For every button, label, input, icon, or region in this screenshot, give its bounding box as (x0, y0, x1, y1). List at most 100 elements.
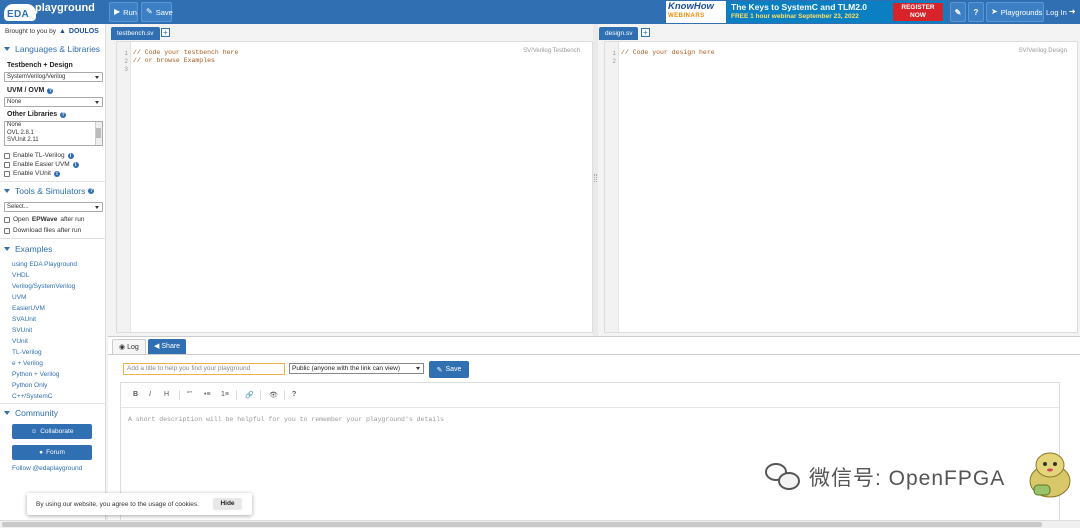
checkbox-icon[interactable] (4, 152, 10, 159)
playground-title-input[interactable]: Add a title to help you find your playgr… (123, 363, 285, 375)
list-scroll-thumb[interactable] (96, 128, 101, 138)
forum-label: Forum (46, 449, 65, 456)
example-link[interactable]: C++/SystemC (12, 393, 52, 400)
help-circle-icon[interactable]: ? (47, 87, 54, 94)
community-header[interactable]: Community (4, 408, 58, 418)
library-option[interactable]: SVUnit 2.11 (7, 137, 102, 145)
edit-button[interactable]: ✎ (950, 2, 966, 22)
tools-simulators-header[interactable]: Tools & Simulators ? (4, 186, 95, 196)
example-link[interactable]: SVAUnit (12, 316, 36, 323)
help-button[interactable]: ? (968, 2, 984, 22)
checkbox-icon[interactable] (4, 227, 10, 234)
design-editor[interactable]: 1 2 // Code your design here SV/Verilog … (604, 41, 1078, 333)
ordered-list-icon[interactable]: 1≡ (221, 391, 229, 398)
ad-register-button[interactable]: REGISTER NOW (893, 3, 943, 21)
cookie-hide-button[interactable]: Hide (213, 498, 242, 510)
collaborate-button[interactable]: ☺ Collaborate (12, 424, 92, 439)
tab-design[interactable]: design.sv (599, 27, 639, 40)
toolbar-separator (179, 390, 180, 400)
open-epwave-checkbox[interactable]: Open EPWave after run (4, 216, 85, 223)
library-option[interactable]: None (7, 122, 102, 130)
add-file-icon[interactable]: + (161, 28, 170, 37)
examples-header[interactable]: Examples (4, 244, 52, 254)
code-line[interactable]: // or browse Examples (133, 57, 215, 64)
example-link[interactable]: VHDL (12, 272, 29, 279)
login-button[interactable]: Log In ➜ (1046, 2, 1078, 22)
example-link[interactable]: EasierUVM (12, 305, 45, 312)
description-placeholder[interactable]: A short description will be helpful for … (128, 416, 444, 423)
brought-to-you-by[interactable]: Brought to you by ▲ DOULOS (5, 28, 99, 35)
example-link[interactable]: e + Verilog (12, 360, 43, 367)
add-file-icon[interactable]: + (641, 28, 650, 37)
webinar-ad-banner[interactable]: KnowHow WEBINARS The Keys to SystemC and… (666, 1, 946, 23)
playgrounds-button[interactable]: ➤ Playgrounds (986, 2, 1044, 22)
bold-icon[interactable]: B (133, 391, 138, 398)
eda-playground-logo[interactable]: EDA playground (2, 1, 106, 23)
save-button[interactable]: ✎ Save (141, 2, 173, 22)
line-gutter: 1 2 3 (117, 42, 131, 332)
share-tab-label: Share (161, 343, 181, 350)
info-circle-icon[interactable]: i (72, 161, 79, 168)
heading-icon[interactable]: H (164, 391, 169, 398)
editor-language-label: SV/Verilog Testbench (523, 48, 580, 54)
other-libraries-list[interactable]: None OVL 2.8.1 SVUnit 2.11 (4, 121, 103, 146)
testbench-design-label: Testbench + Design (7, 62, 73, 69)
download-files-checkbox[interactable]: Download files after run (4, 227, 81, 234)
info-circle-icon[interactable]: i (53, 170, 60, 177)
link-icon[interactable]: 🔗 (245, 391, 254, 399)
example-link[interactable]: TL-Verilog (12, 349, 42, 356)
scroll-thumb[interactable] (2, 522, 1042, 527)
enable-vunit-checkbox[interactable]: Enable VUnit i (4, 170, 60, 177)
checkbox-icon[interactable] (4, 161, 10, 168)
tab-testbench[interactable]: testbench.sv (111, 27, 160, 40)
languages-libraries-header[interactable]: Languages & Libraries (4, 44, 100, 54)
watermark-text: 微信号: OpenFPGA (809, 467, 1006, 490)
example-link[interactable]: Python Only (12, 382, 47, 389)
code-line[interactable]: // Code your testbench here (133, 49, 238, 56)
share-save-label: Save (445, 366, 462, 373)
list-scrollbar[interactable] (95, 122, 102, 145)
collaborate-label: Collaborate (40, 428, 74, 435)
quote-icon[interactable]: “” (187, 391, 192, 398)
checkbox-icon[interactable] (4, 170, 10, 177)
code-line[interactable]: // Code your design here (621, 49, 715, 56)
enable-easier-uvm-checkbox[interactable]: Enable Easier UVM i (4, 161, 79, 168)
follow-twitter-link[interactable]: Follow @edaplayground (12, 465, 82, 472)
testbench-editor[interactable]: 1 2 3 // Code your testbench here // or … (116, 41, 593, 333)
tab-divider (108, 354, 1080, 355)
uvm-select[interactable]: None (4, 97, 103, 107)
simulator-select[interactable]: Select... (4, 202, 103, 212)
language-select[interactable]: SystemVerilog/Verilog (4, 72, 103, 82)
brought-by-text: Brought to you by (5, 28, 56, 35)
markdown-help-icon[interactable]: ? (292, 391, 296, 398)
run-button[interactable]: ▶ Run (109, 2, 138, 22)
share-save-button[interactable]: ✎ Save (429, 361, 469, 378)
description-editor[interactable]: B I H “” •≡ 1≡ 🔗 👁 ? A short description… (120, 382, 1060, 528)
info-circle-icon[interactable]: i (67, 152, 74, 159)
example-link[interactable]: VUnit (12, 338, 28, 345)
checkbox-label: Enable Easier UVM (13, 161, 70, 168)
tab-share[interactable]: ◀ Share (148, 339, 187, 354)
example-link[interactable]: Python + Verilog (12, 371, 60, 378)
play-circle-icon: ▶ (114, 7, 121, 16)
library-option[interactable]: OVL 2.8.1 (7, 130, 102, 138)
preview-eye-icon[interactable]: 👁 (269, 391, 278, 399)
example-link[interactable]: UVM (12, 294, 26, 301)
help-circle-icon[interactable]: ? (88, 188, 95, 194)
doulos-brand: DOULOS (68, 28, 99, 35)
help-circle-icon[interactable]: ? (60, 111, 67, 118)
example-link[interactable]: SVUnit (12, 327, 32, 334)
forum-button[interactable]: ● Forum (12, 445, 92, 460)
example-link[interactable]: Verilog/SystemVerilog (12, 283, 75, 290)
horizontal-scrollbar[interactable] (0, 520, 1080, 528)
unordered-list-icon[interactable]: •≡ (204, 391, 211, 398)
checkbox-icon[interactable] (4, 216, 10, 223)
tab-log[interactable]: ◉ Log (112, 339, 146, 354)
ad-brand-box: KnowHow WEBINARS (666, 1, 726, 23)
example-link[interactable]: using EDA Playground (12, 261, 77, 268)
italic-icon[interactable]: I (149, 391, 151, 398)
enable-tl-verilog-checkbox[interactable]: Enable TL-Verilog i (4, 152, 74, 159)
cookie-message: By using our website, you agree to the u… (36, 500, 199, 508)
editor-splitter-handle[interactable] (593, 24, 598, 336)
visibility-select[interactable]: Public (anyone with the link can view) (289, 363, 424, 374)
